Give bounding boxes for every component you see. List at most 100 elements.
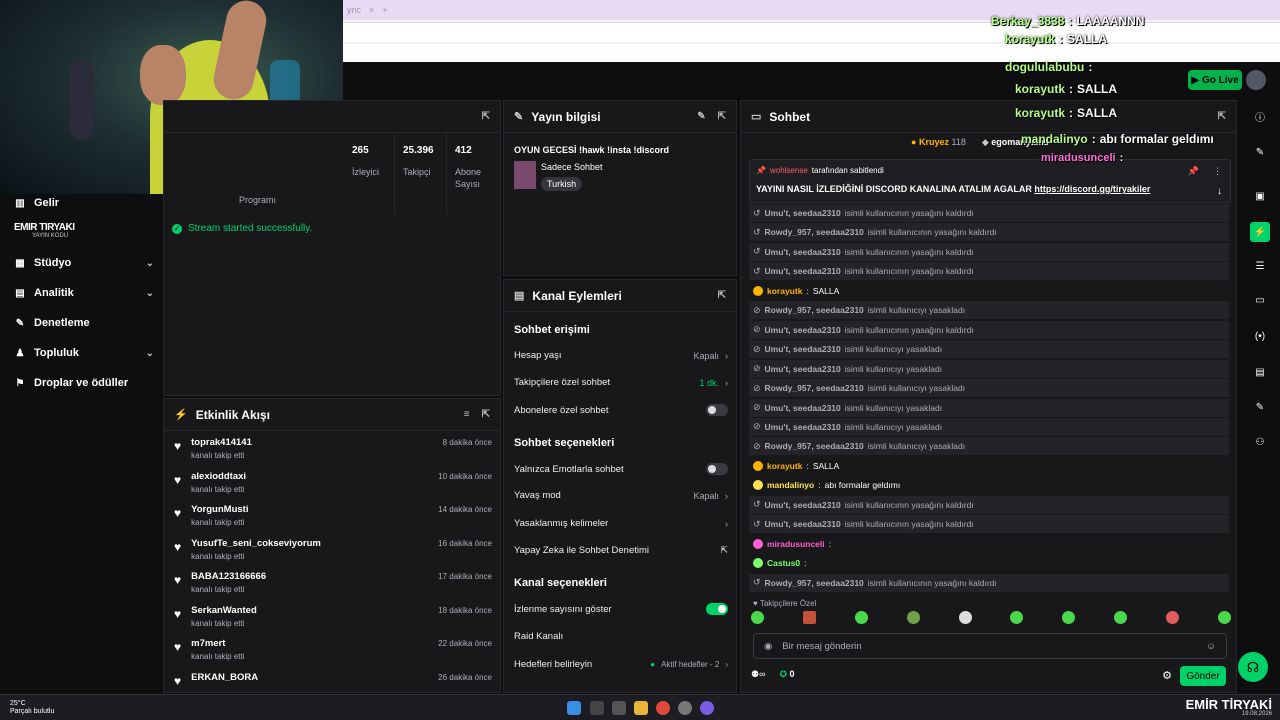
activity-user[interactable]: alexioddtaxi [191,471,246,482]
emote[interactable] [906,611,920,624]
help-button[interactable]: ☊ [1238,652,1268,682]
channel-actions-header: ▤ Kanal Eylemleri ⇱ [504,280,736,312]
sidebar-item-studyo[interactable]: ▦ Stüdyo ⌄ [14,257,154,269]
stat-label: Takipçi [403,167,431,177]
emote-only-toggle[interactable] [706,463,728,475]
chat-input[interactable]: ◉ Bir mesaj gönderin ☺ [753,633,1227,659]
chevron-right-icon: › [725,377,728,388]
mod-event-text: isimli kullanıcıyı yasakladı [867,383,966,394]
stats-panel-header: ⇱ [164,101,500,133]
external-link-icon: ⇱ [720,545,728,555]
sidebar-item-gelir[interactable]: ▥ Gelir [14,197,154,209]
folder-icon[interactable] [634,701,648,715]
activity-time: 22 dakika önce [438,639,492,648]
emote[interactable] [751,611,764,624]
unban-icon: ↺ [753,518,761,529]
sidebar-item-analitik[interactable]: ▤ Analitik ⌄ [14,287,154,299]
browser-tab[interactable]: ync [347,5,361,15]
activity-user[interactable]: toprak414141 [191,437,252,448]
chat-username[interactable]: korayutk [767,286,802,296]
emote[interactable] [1166,611,1179,624]
goals-row[interactable]: Hedefleri belirleyin ● Aktif hedefler - 2… [514,659,728,670]
obs-icon[interactable] [678,701,692,715]
taskview-icon[interactable] [612,701,626,715]
popout-icon[interactable]: ⇱ [482,111,490,122]
chat-mod-event: ⊘ Umu't, seedaa2310 isimli kullanıcıyı yas… [749,398,1229,417]
popout-icon[interactable]: ⇱ [482,409,490,420]
chat-icon[interactable]: ▭ [1250,290,1270,310]
popout-icon[interactable]: ⇱ [718,111,726,122]
channel-logo: EMIR TIRYAKI YAYIN KODU [14,222,104,244]
chat-username[interactable]: Castus0 [767,558,800,568]
search-icon[interactable] [590,701,604,715]
mod-event-text: isimli kullanıcının yasağını kaldırdı [844,324,974,335]
points-icon[interactable]: ◉ [764,641,772,652]
emote[interactable] [802,611,816,624]
info-icon[interactable]: ⓘ [1250,106,1270,126]
new-tab-icon[interactable]: + [382,5,387,15]
list-icon[interactable]: ☰ [1250,256,1270,276]
activity-user[interactable]: BABA123166666 [191,571,266,582]
activity-user[interactable]: m7mert [191,638,244,649]
filter-icon[interactable]: ≡ [464,409,470,420]
sub-chat-toggle[interactable] [706,404,728,416]
emoji-icon[interactable]: ☺ [1206,641,1216,652]
chrome-icon[interactable] [656,701,670,715]
pinned-header: 📌 wohlsense tarafından sabitlendi [756,166,884,175]
activity-user[interactable]: SerkanWanted [191,605,257,616]
top-chatter[interactable]: ● Kruyez 118 [911,137,966,148]
users-icon[interactable]: ⚉∞ [751,669,765,680]
edit-icon[interactable]: ✎ [697,111,705,122]
edit-icon[interactable]: ✎ [1250,142,1270,162]
weather-widget[interactable]: 25°C Parçalı bulutlu [10,700,54,716]
slow-mode-row[interactable]: Yavaş mod Kapalı › [514,490,728,501]
storage-icon[interactable]: ▤ [1250,362,1270,382]
user-avatar[interactable] [1246,70,1266,90]
broadcast-icon[interactable]: (•) [1250,326,1270,346]
close-tab-icon[interactable]: × [369,5,374,15]
wrench-icon[interactable]: ✎ [1250,397,1270,417]
chart-icon: ▥ [15,197,25,209]
sidebar-item-denetleme[interactable]: ✎ Denetleme [14,317,154,329]
pinned-link[interactable]: https://discord.gg/tiryakiler [1034,184,1150,194]
more-options-icon[interactable]: ⋮ [1213,166,1222,177]
follower-chat-row[interactable]: Takipçilere özel sohbet 1 dk. › [514,377,728,388]
chat-username[interactable]: korayutk [767,461,802,471]
chat-username[interactable]: miradusunceli [767,539,825,549]
language-tag[interactable]: Turkish [541,177,583,191]
ban-icon: ⊘ [753,421,761,432]
emote[interactable] [1114,611,1128,624]
show-viewers-toggle[interactable] [706,603,728,615]
chat-username[interactable]: mandalinyo [767,480,814,490]
quick-action-icon[interactable]: ⚡ [1250,222,1270,242]
popout-icon[interactable]: ⇱ [718,290,726,301]
emote[interactable] [1217,611,1231,624]
activity-feed-panel: ⚡ Etkinlik Akışı ≡ ⇱ ♥ toprak414141 kanalı… [163,398,501,693]
emote[interactable] [854,611,868,624]
sidebar-item-label: Stüdyo [34,257,72,269]
community-icon[interactable]: ⚇ [1250,432,1270,452]
discord-icon[interactable] [700,701,714,715]
account-age-row[interactable]: Hesap yaşı Kapalı › [514,350,728,361]
sidebar-item-topluluk[interactable]: ♟ Topluluk ⌄ [14,347,154,359]
wrench-icon: ✎ [15,317,25,329]
activity-user[interactable]: ERKAN_BORA [191,672,258,683]
sidebar-item-droplar[interactable]: ⚑ Droplar ve ödüller [14,377,154,389]
banned-words-row[interactable]: Yasaklanmış kelimeler › [514,518,728,529]
activity-user[interactable]: YusufTe_seni_cokseviyorum [191,538,321,549]
activity-user[interactable]: YorgunMusti [191,504,248,515]
arrow-down-icon[interactable]: ↓ [1217,186,1222,197]
settings-gear-icon[interactable]: ⚙ [1162,669,1172,682]
start-icon[interactable] [567,701,581,715]
raid-channel-row[interactable]: Raid Kanalı [514,631,728,642]
emote[interactable] [1010,611,1024,624]
emote[interactable] [1062,611,1076,624]
category-name[interactable]: Sadece Sohbet [541,162,603,172]
send-button[interactable]: Gönder [1180,666,1226,686]
stat-label: İzleyici [352,167,380,177]
stats-icon[interactable]: ▣ [1250,186,1270,206]
unpin-icon[interactable]: 📌 [1188,166,1199,177]
pinner-name[interactable]: wohlsense [770,166,808,175]
ai-moderation-row[interactable]: Yapay Zeka ile Sohbet Denetimi ⇱ [514,545,728,556]
emote[interactable] [958,611,972,624]
